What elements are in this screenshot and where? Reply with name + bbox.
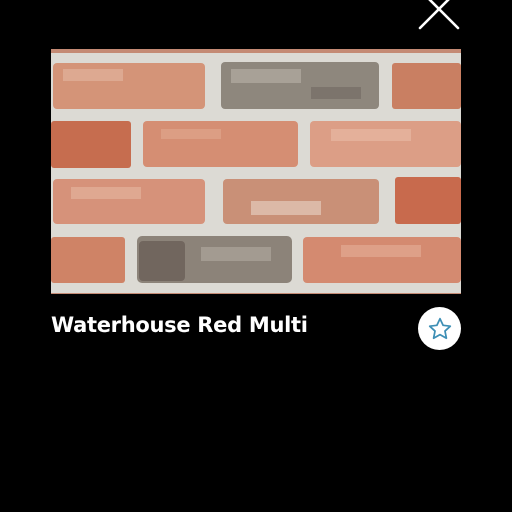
close-button[interactable] — [416, 0, 462, 32]
product-title: Waterhouse Red Multi — [51, 313, 308, 337]
product-detail-overlay: Waterhouse Red Multi — [0, 0, 512, 512]
star-outline-icon — [428, 317, 451, 339]
close-icon — [418, 0, 460, 30]
product-image-brick — [51, 49, 461, 294]
favorite-button[interactable] — [418, 307, 461, 350]
